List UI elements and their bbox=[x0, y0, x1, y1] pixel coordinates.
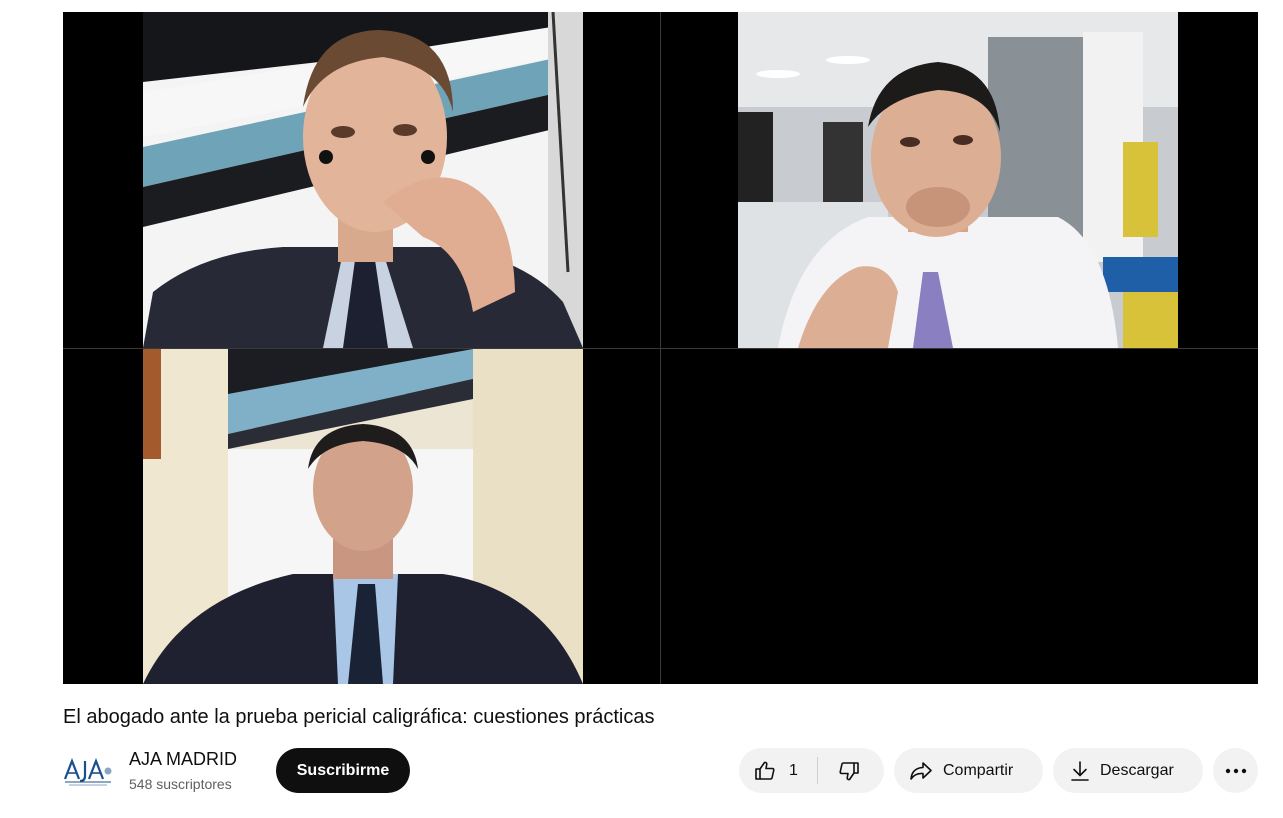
participant-tile-empty bbox=[661, 349, 1258, 684]
download-label: Descargar bbox=[1100, 761, 1174, 779]
subscriber-count: 548 suscriptores bbox=[129, 776, 232, 792]
dislike-button[interactable] bbox=[818, 748, 880, 793]
like-dislike-group: 1 bbox=[739, 748, 884, 793]
subscribe-button[interactable]: Suscribirme bbox=[276, 748, 410, 793]
participant-tile-3 bbox=[63, 349, 661, 684]
subscribe-label: Suscribirme bbox=[296, 761, 390, 779]
like-count: 1 bbox=[789, 761, 798, 779]
download-button[interactable]: Descargar bbox=[1053, 748, 1203, 793]
thumbs-up-icon bbox=[753, 759, 777, 783]
channel-avatar[interactable] bbox=[63, 751, 113, 787]
share-button[interactable]: Compartir bbox=[894, 748, 1043, 793]
thumbs-down-icon bbox=[837, 759, 861, 783]
participant-tile-2 bbox=[661, 12, 1258, 349]
aja-logo-icon bbox=[63, 757, 112, 786]
participant-video-1 bbox=[143, 12, 583, 348]
more-actions-button[interactable] bbox=[1213, 748, 1258, 793]
participant-video-3 bbox=[143, 349, 583, 684]
participant-video-2 bbox=[738, 12, 1178, 348]
channel-name[interactable]: AJA MADRID bbox=[129, 748, 237, 770]
participant-tile-1 bbox=[63, 12, 661, 349]
video-title: El abogado ante la prueba pericial calig… bbox=[63, 706, 655, 728]
more-horizontal-icon bbox=[1225, 768, 1247, 774]
share-label: Compartir bbox=[943, 761, 1014, 779]
share-arrow-icon bbox=[908, 759, 934, 783]
like-button[interactable]: 1 bbox=[739, 748, 817, 793]
download-icon bbox=[1069, 759, 1091, 783]
video-player[interactable] bbox=[63, 12, 1258, 684]
